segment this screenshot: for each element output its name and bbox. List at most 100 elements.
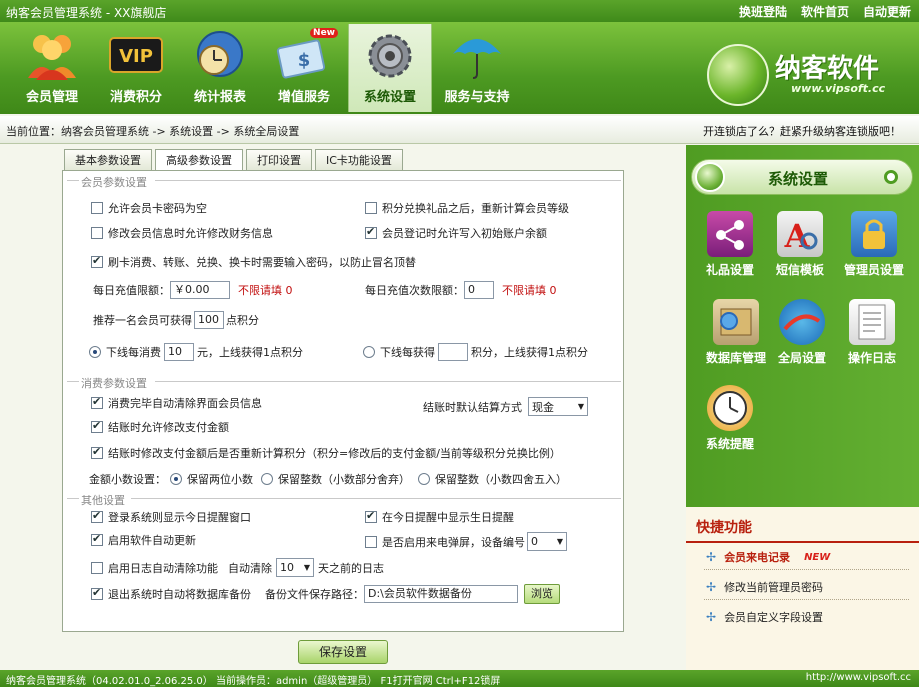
clear-after-consume-checkbox[interactable] — [91, 395, 103, 409]
show-birthday-option[interactable]: 在今日提醒中显示生日提醒 — [365, 509, 514, 525]
nav-label: 系统设置 — [363, 90, 416, 105]
downline-spend-input[interactable]: 10 — [164, 343, 194, 361]
svg-text:VIP: VIP — [119, 46, 153, 67]
upgrade-link[interactable]: 开连锁店了么？赶紧升级纳客连锁版吧！ — [703, 123, 901, 139]
tab-print-settings[interactable]: 打印设置 — [246, 149, 312, 171]
auto-clear-log-option[interactable]: 启用日志自动清除功能 自动清除 10 ▼ 天之前的日志 — [91, 558, 384, 577]
nav-members[interactable]: 会员管理 — [10, 24, 94, 112]
tab-basic-params[interactable]: 基本参数设置 — [64, 149, 152, 171]
members-icon — [24, 30, 80, 80]
option-label: 保留整数（小数四舍五入） — [435, 473, 567, 486]
auto-backup-checkbox[interactable] — [91, 586, 103, 600]
system-settings-sidebar: 系统设置 礼品设置 A 短信模板 管理员设置 数据库管理 全局设置 操作日志 系… — [686, 145, 919, 670]
allow-edit-finance-option[interactable]: 修改会员信息时允许修改财务信息 — [91, 225, 273, 241]
nav-label: 服务与支持 — [444, 90, 510, 105]
referral-prefix: 推荐一名会员可获得 — [93, 314, 192, 327]
log-icon — [849, 299, 895, 345]
tab-advanced-params[interactable]: 高级参数设置 — [155, 149, 243, 171]
allow-initial-balance-option[interactable]: 会员登记时允许写入初始账户余额 — [365, 225, 547, 241]
decimal-round-radio[interactable] — [418, 473, 430, 485]
caller-popup-checkbox[interactable] — [365, 535, 377, 548]
require-password-option[interactable]: 刷卡消费、转账、兑换、换卡时需要输入密码，以防止冒名顶替 — [91, 254, 416, 270]
downline-spend-suffix: 元，上线获得1点积分 — [197, 346, 303, 359]
downline-spend-option[interactable]: 下线每消费 10 元，上线获得1点积分 — [89, 343, 303, 361]
caller-popup-option[interactable]: 是否启用来电弹屏，设备编号 0 ▼ — [365, 532, 567, 551]
option-label: 消费完毕自动清除界面会员信息 — [108, 397, 262, 410]
nav-system-settings[interactable]: 系统设置 — [348, 24, 432, 112]
device-number-select[interactable]: 0 ▼ — [527, 532, 567, 551]
brand-url: www.vipsoft.cc — [791, 82, 886, 95]
decimal-truncate-radio[interactable] — [261, 473, 273, 485]
show-reminder-option[interactable]: 登录系统则显示今日提醒窗口 — [91, 509, 251, 525]
default-method-select[interactable]: 现金 ▼ — [528, 397, 588, 416]
status-website[interactable]: http://www.vipsoft.cc — [806, 672, 911, 683]
database-icon — [713, 299, 759, 345]
recalc-points-checkbox[interactable] — [91, 445, 103, 459]
quick-item-label: 会员来电记录 — [724, 551, 791, 564]
referral-points-input[interactable]: 100 — [194, 311, 224, 329]
auto-update-checkbox[interactable] — [91, 532, 103, 546]
sidebar-item-admin[interactable]: 管理员设置 — [834, 211, 914, 278]
sidebar-item-global[interactable]: 全局设置 — [766, 299, 838, 366]
auto-clear-days-select[interactable]: 10 ▼ — [276, 558, 314, 577]
allow-empty-password-checkbox[interactable] — [91, 202, 103, 214]
allow-edit-payment-option[interactable]: 结账时允许修改支付金额 — [91, 419, 229, 435]
show-reminder-checkbox[interactable] — [91, 509, 103, 523]
allow-edit-finance-checkbox[interactable] — [91, 227, 103, 239]
section-title-member: 会员参数设置 — [81, 176, 147, 189]
quick-item-label: 会员自定义字段设置 — [724, 611, 824, 624]
daily-recharge-limit-input[interactable]: ￥0.00 — [170, 281, 230, 299]
decimal-two-places-radio[interactable] — [170, 473, 182, 485]
switch-shift-link[interactable]: 换班登陆 — [739, 3, 787, 20]
recalc-level-checkbox[interactable] — [365, 202, 377, 214]
clear-after-consume-option[interactable]: 消费完毕自动清除界面会员信息 — [91, 395, 262, 411]
downline-spend-radio[interactable] — [89, 346, 101, 358]
default-payment-method-row: 结账时默认结算方式 现金 ▼ — [423, 397, 588, 416]
nav-value-added[interactable]: $ New 增值服务 — [262, 24, 346, 112]
ring-icon — [884, 170, 898, 184]
allow-edit-payment-checkbox[interactable] — [91, 419, 103, 433]
quick-item-change-password[interactable]: ✢ 修改当前管理员密码 — [706, 579, 823, 595]
auto-update-option[interactable]: 启用软件自动更新 — [91, 532, 196, 548]
allow-empty-password-option[interactable]: 允许会员卡密码为空 — [91, 200, 207, 216]
sidebar-header: 系统设置 — [691, 159, 913, 195]
auto-backup-option[interactable]: 退出系统时自动将数据库备份 备份文件保存路径： D:\会员软件数据备份 浏览 — [91, 584, 560, 604]
sidebar-item-system-reminder[interactable]: 系统提醒 — [694, 385, 766, 452]
save-settings-button[interactable]: 保存设置 — [298, 640, 388, 664]
section-title-other: 其他设置 — [81, 494, 125, 507]
nav-label: 会员管理 — [25, 90, 78, 105]
option-label: 修改会员信息时允许修改财务信息 — [108, 227, 273, 240]
option-label: 结账时修改支付金额后是否重新计算积分（积分=修改后的支付金额/当前等级积分兑换比… — [108, 447, 561, 460]
browse-button[interactable]: 浏览 — [524, 584, 560, 604]
recalc-level-option[interactable]: 积分兑换礼品之后，重新计算会员等级 — [365, 200, 569, 216]
nav-service-support[interactable]: 服务与支持 — [434, 24, 520, 112]
require-password-checkbox[interactable] — [91, 254, 103, 268]
quick-functions: 快捷功能 ✢ 会员来电记录 NEW ✢ 修改当前管理员密码 ✢ 会员自定义字段设… — [686, 507, 919, 670]
sidebar-item-gift[interactable]: 礼品设置 — [694, 211, 766, 278]
backup-path-input[interactable]: D:\会员软件数据备份 — [364, 585, 518, 603]
sidebar-item-operation-log[interactable]: 操作日志 — [836, 299, 908, 366]
admin-lock-icon — [851, 211, 897, 257]
nav-reports[interactable]: 统计报表 — [178, 24, 262, 112]
downline-earn-input[interactable] — [438, 343, 468, 361]
allow-initial-balance-checkbox[interactable] — [365, 225, 377, 239]
sidebar-item-sms-template[interactable]: A 短信模板 — [764, 211, 836, 278]
quick-item-caller-record[interactable]: ✢ 会员来电记录 NEW — [706, 549, 830, 565]
nav-consume-points[interactable]: VIP 消费积分 — [94, 24, 178, 112]
auto-clear-log-checkbox[interactable] — [91, 561, 103, 574]
downline-earn-option[interactable]: 下线每获得 积分，上线获得1点积分 — [363, 343, 588, 361]
option-label: 积分兑换礼品之后，重新计算会员等级 — [382, 202, 569, 215]
settings-panel: 会员参数设置 允许会员卡密码为空 积分兑换礼品之后，重新计算会员等级 修改会员信… — [62, 170, 624, 632]
daily-recharge-count-row: 每日充值次数限额： 0 不限请填 0 — [365, 281, 557, 299]
show-birthday-checkbox[interactable] — [365, 509, 377, 523]
brand-logo — [707, 44, 769, 106]
downline-earn-radio[interactable] — [363, 346, 375, 358]
daily-recharge-count-input[interactable]: 0 — [464, 281, 494, 299]
tab-ic-card[interactable]: IC卡功能设置 — [315, 149, 403, 171]
recalc-points-option[interactable]: 结账时修改支付金额后是否重新计算积分（积分=修改后的支付金额/当前等级积分兑换比… — [91, 445, 561, 461]
quick-item-custom-fields[interactable]: ✢ 会员自定义字段设置 — [706, 609, 823, 625]
auto-update-link[interactable]: 自动更新 — [863, 3, 911, 20]
option-label: 允许会员卡密码为空 — [108, 202, 207, 215]
option-label: 登录系统则显示今日提醒窗口 — [108, 511, 251, 524]
software-home-link[interactable]: 软件首页 — [801, 3, 849, 20]
